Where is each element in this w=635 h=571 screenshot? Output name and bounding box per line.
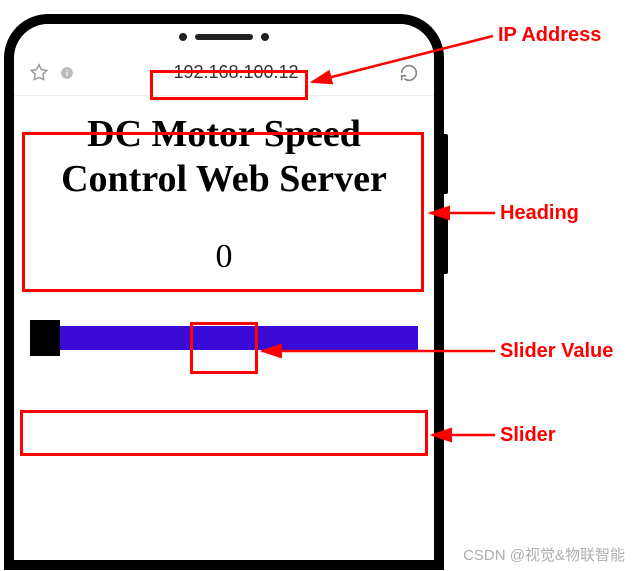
phone-frame: 192.168.100.12 DC Motor Speed Control We… <box>4 14 444 570</box>
page-title: DC Motor Speed Control Web Server <box>30 108 418 206</box>
phone-side-button <box>444 134 448 194</box>
watermark: CSDN @视觉&物联智能 <box>463 544 625 565</box>
phone-notch <box>14 24 434 50</box>
info-icon[interactable] <box>60 66 74 80</box>
reload-icon[interactable] <box>398 62 420 84</box>
slider-thumb[interactable] <box>30 320 60 356</box>
url-text[interactable]: 192.168.100.12 <box>84 62 388 83</box>
slider-track <box>30 326 418 350</box>
callout-label-ip: IP Address <box>498 24 601 47</box>
slider-value-display: 0 <box>198 238 251 276</box>
phone-screen: 192.168.100.12 DC Motor Speed Control We… <box>14 24 434 560</box>
favorite-icon[interactable] <box>28 62 50 84</box>
callout-label-slider: Slider <box>500 424 556 447</box>
browser-address-bar: 192.168.100.12 <box>14 50 434 96</box>
callout-label-slider-value: Slider Value <box>500 340 613 363</box>
speed-slider[interactable] <box>30 320 418 352</box>
phone-side-button <box>444 214 448 274</box>
page-content: DC Motor Speed Control Web Server 0 <box>14 96 434 352</box>
callout-label-heading: Heading <box>500 202 579 225</box>
